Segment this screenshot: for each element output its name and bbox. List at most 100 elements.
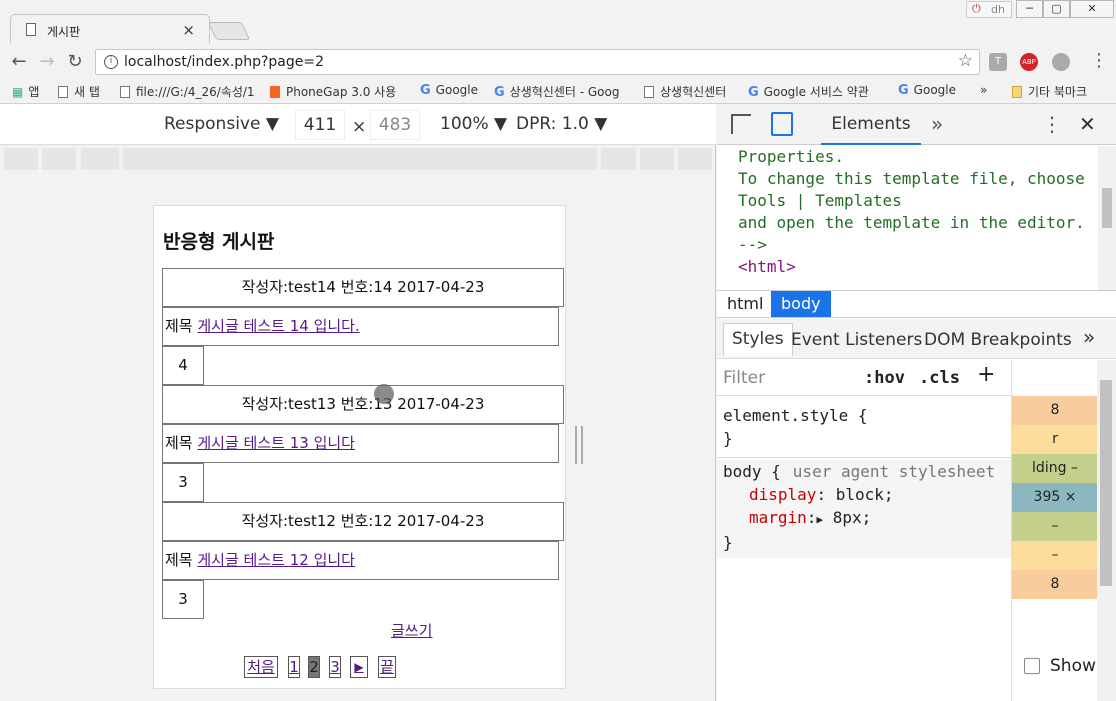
reload-icon[interactable]: ↻ [63, 50, 87, 74]
html-node[interactable]: <html> [738, 256, 1098, 278]
bookmark-star-icon[interactable]: ☆ [958, 51, 973, 71]
scrollbar-thumb[interactable] [1100, 380, 1112, 586]
menu-icon[interactable]: ⋮ [1090, 50, 1108, 71]
body-rule[interactable]: body {user agent stylesheet display: blo… [717, 460, 1011, 558]
zoom-select[interactable]: 100% ▼ [440, 114, 507, 134]
globe-icon[interactable] [1052, 53, 1070, 71]
profile-button[interactable]: ⏻ dh [966, 1, 1012, 18]
scrollbar-thumb[interactable] [1102, 188, 1112, 228]
rendered-page: 반응형 게시판 작성자:test14 번호:14 2017-04-23 제목 게… [153, 205, 566, 689]
url-text[interactable]: localhost/index.php?page=2 [124, 54, 324, 70]
media-query-segment[interactable] [42, 148, 76, 170]
page-last-link[interactable]: 끝 [378, 656, 396, 678]
write-link[interactable]: 글쓰기 [391, 620, 432, 641]
browser-tab[interactable]: 게시판 × [10, 14, 210, 46]
code-line: and open the template in the editor. [738, 213, 1085, 232]
bookmark-label: PhoneGap 3.0 사용 [286, 85, 397, 99]
post-title-link[interactable]: 게시글 테스트 14 입니다. [197, 317, 359, 335]
device-toggle-icon[interactable] [771, 112, 793, 136]
bookmark-label: 기타 북마크 [1028, 85, 1088, 99]
resize-handle[interactable] [575, 426, 583, 464]
toolbar: ← → ↻ i localhost/index.php?page=2 ☆ T A… [0, 44, 1116, 80]
media-query-segment[interactable] [123, 148, 597, 170]
styles-scrollbar[interactable] [1097, 360, 1116, 701]
tab-styles[interactable]: Styles [723, 323, 793, 356]
show-all-checkbox[interactable] [1024, 658, 1040, 674]
window-close-button[interactable]: ✕ [1070, 0, 1114, 18]
box-padding-label: lding – [1012, 454, 1097, 483]
hov-toggle[interactable]: :hov [864, 368, 905, 388]
bookmark-sangsaeng-google[interactable]: G 상생혁신센터 - Goog [494, 83, 619, 100]
inspect-icon[interactable] [731, 114, 751, 134]
property-value: block; [835, 485, 894, 504]
media-query-segment[interactable] [678, 148, 712, 170]
media-query-segment[interactable] [81, 148, 119, 170]
maximize-button[interactable]: ▢ [1043, 0, 1070, 18]
page-1-link[interactable]: 1 [288, 656, 300, 678]
tab-event-listeners[interactable]: Event Listeners [791, 330, 922, 350]
page-icon [58, 86, 68, 98]
bookmark-newtab[interactable]: 새 탭 [58, 83, 100, 100]
filter-input[interactable]: Filter [723, 368, 765, 388]
bookmark-label: 상생혁신센터 [660, 85, 727, 99]
bookmark-file[interactable]: file:///G:/4_26/속성/1 [120, 83, 255, 100]
forward-icon[interactable]: → [35, 50, 59, 74]
height-input[interactable]: 483 [370, 110, 420, 140]
media-query-segment[interactable] [640, 148, 674, 170]
tab-close-icon[interactable]: × [182, 21, 195, 39]
page-next-link[interactable]: ▶ [350, 656, 368, 678]
tab-dom-breakpoints[interactable]: DOM Breakpoints [924, 330, 1072, 350]
box-padding-bottom[interactable]: – [1012, 512, 1097, 541]
new-rule-button[interactable]: + [977, 362, 995, 387]
box-margin-top[interactable]: 8 [1012, 396, 1097, 425]
bookmark-google-terms[interactable]: G Google 서비스 약관 [748, 83, 869, 100]
post-title-label: 제목 [165, 317, 198, 335]
bookmark-phonegap[interactable]: PhoneGap 3.0 사용 [270, 83, 396, 100]
adblock-icon[interactable]: ABP [1020, 53, 1038, 71]
dom-tree[interactable]: Properties. To change this template file,… [717, 146, 1098, 291]
info-icon[interactable]: i [104, 55, 118, 69]
bookmark-sangsaeng[interactable]: 상생혁신센터 [644, 83, 726, 100]
devtools-menu-icon[interactable]: ⋮ [1042, 112, 1062, 136]
rule-selector: element.style { [723, 406, 868, 425]
more-panels-button[interactable]: » [931, 112, 943, 136]
expand-arrow-icon[interactable]: ▶ [816, 513, 823, 526]
box-border-label: r [1012, 425, 1097, 454]
media-query-segment[interactable] [601, 148, 636, 170]
cls-toggle[interactable]: .cls [919, 368, 960, 388]
more-tabs-button[interactable]: » [1083, 325, 1095, 349]
device-mode-select[interactable]: Responsive ▼ [164, 114, 279, 134]
bookmark-google-1[interactable]: G Google [420, 83, 478, 98]
bookmark-apps[interactable]: ▦ 앱 [12, 83, 39, 100]
page-first-link[interactable]: 처음 [244, 656, 278, 678]
profile-name: dh [991, 3, 1005, 16]
breadcrumb-body[interactable]: body [771, 291, 831, 317]
box-content-size[interactable]: 395 × 516.719 [1012, 483, 1097, 534]
bookmarks-more-button[interactable]: » [980, 83, 987, 97]
dom-tree-scrollbar[interactable] [1098, 146, 1116, 291]
bookmark-label: file:///G:/4_26/속성/1 [136, 85, 255, 99]
post-meta: 작성자:test12 번호:12 2017-04-23 [162, 502, 564, 541]
post-title-link[interactable]: 게시글 테스트 13 입니다 [197, 434, 355, 452]
back-icon[interactable]: ← [7, 50, 31, 74]
property-value: 8px; [832, 508, 872, 527]
address-bar[interactable]: i localhost/index.php?page=2 ☆ [95, 49, 980, 75]
page-icon [26, 23, 36, 36]
tab-elements[interactable]: Elements [821, 104, 921, 145]
minimize-button[interactable]: ─ [1016, 0, 1043, 18]
extension-t-icon[interactable]: T [989, 53, 1007, 71]
apps-icon: ▦ [12, 85, 24, 99]
width-input[interactable]: 411 [295, 110, 345, 140]
bookmark-google-2[interactable]: G Google [898, 83, 956, 98]
post-title-link[interactable]: 게시글 테스트 12 입니다 [197, 551, 355, 569]
box-border-bottom[interactable]: – [1012, 541, 1097, 570]
dpr-select[interactable]: DPR: 1.0 ▼ [516, 114, 607, 134]
page-3-link[interactable]: 3 [329, 656, 341, 678]
box-margin-bottom[interactable]: 8 [1012, 570, 1097, 599]
element-style-rule[interactable]: element.style { } [717, 404, 1011, 458]
media-query-segment[interactable] [4, 148, 38, 170]
breadcrumb-html[interactable]: html [717, 291, 773, 317]
styles-pane: element.style { } body {user agent style… [717, 396, 1011, 701]
devtools-close-icon[interactable]: ✕ [1079, 112, 1096, 136]
other-bookmarks[interactable]: 기타 북마크 [1012, 83, 1087, 100]
